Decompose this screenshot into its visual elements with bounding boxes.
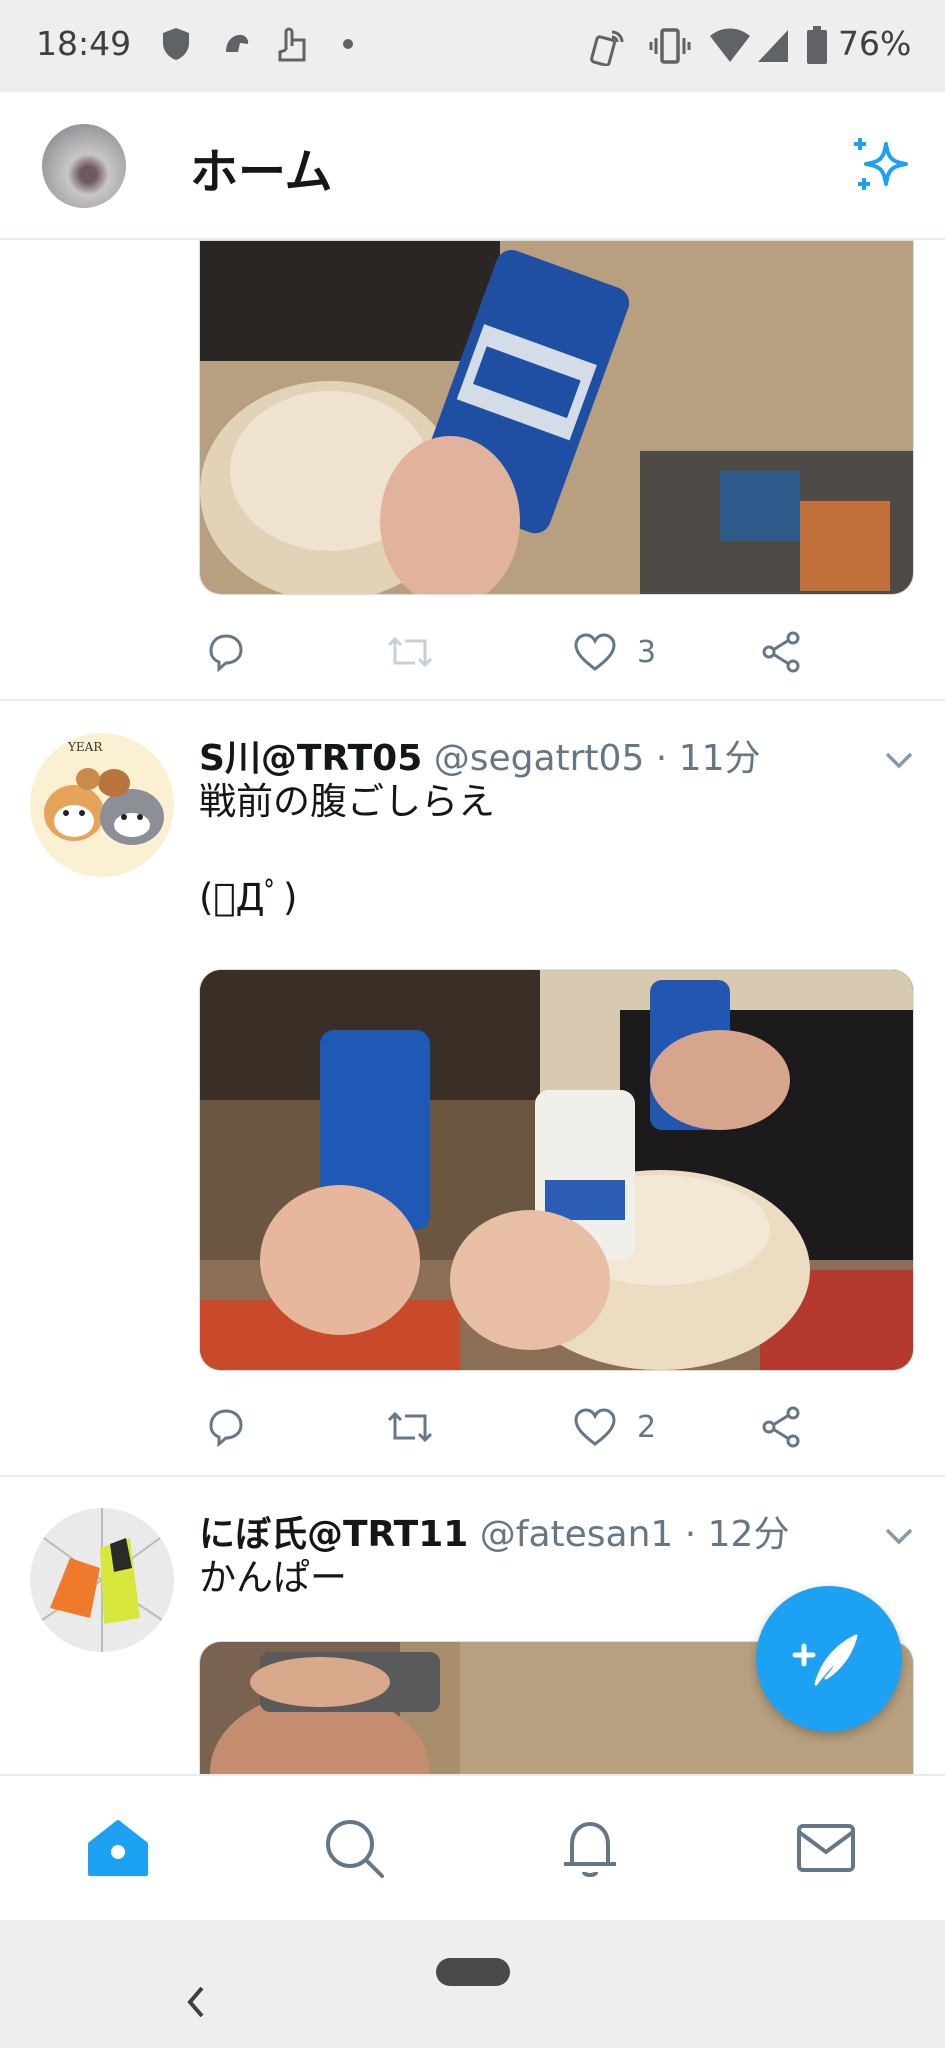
timeline[interactable]: 3 YEAR S川@TRT05 @segatrt05 · 11分 戦前の腹ごしら… bbox=[0, 240, 945, 1774]
tweet-author-name[interactable]: S川@TRT05 bbox=[199, 738, 422, 779]
tweet-header: S川@TRT05 @segatrt05 · 11分 bbox=[199, 729, 761, 781]
share-button[interactable] bbox=[759, 622, 823, 682]
avatar-illustration: YEAR bbox=[30, 733, 174, 877]
page-title: ホーム bbox=[190, 144, 333, 200]
chevron-left-icon[interactable] bbox=[182, 1982, 210, 2022]
share-icon bbox=[762, 1406, 800, 1448]
tweet-actions: 2 bbox=[199, 1397, 819, 1457]
signal-icon bbox=[758, 30, 788, 62]
sparkle-icon[interactable] bbox=[850, 134, 914, 198]
tweet-text: かんぱー bbox=[199, 1556, 347, 1599]
tweet-author-name[interactable]: にぼ氏@TRT11 bbox=[199, 1514, 468, 1555]
beer-can-photo bbox=[200, 241, 913, 594]
battery-icon bbox=[807, 26, 827, 64]
reply-icon bbox=[209, 1409, 243, 1448]
retweet-button[interactable] bbox=[385, 622, 455, 682]
like-count: 3 bbox=[637, 634, 657, 670]
reply-button[interactable] bbox=[205, 622, 267, 682]
mail-icon[interactable] bbox=[790, 1812, 862, 1884]
home-icon[interactable] bbox=[82, 1812, 154, 1884]
battery-percent: 76% bbox=[838, 24, 912, 63]
chevron-down-icon[interactable] bbox=[884, 1526, 914, 1546]
vibrate-icon bbox=[649, 28, 691, 64]
touch-icon bbox=[278, 27, 306, 62]
wifi-icon bbox=[710, 28, 750, 62]
status-bar: 18:49 76% bbox=[0, 0, 945, 92]
tweet-text: 戦前の腹ごしらえ (ﾟДﾟ) bbox=[199, 780, 495, 919]
heart-icon bbox=[574, 1408, 616, 1446]
status-time: 18:49 bbox=[36, 24, 132, 63]
system-navigation-bar bbox=[0, 1920, 945, 2048]
search-icon[interactable] bbox=[318, 1812, 390, 1884]
tweet-author-handle-time: @segatrt05 · 11分 bbox=[433, 738, 761, 779]
tweet-author-avatar[interactable]: YEAR bbox=[30, 733, 174, 877]
tweet-actions: 3 bbox=[199, 622, 819, 682]
home-pill[interactable] bbox=[436, 1958, 510, 1986]
heart-icon bbox=[574, 633, 616, 671]
retweet-button[interactable] bbox=[385, 1397, 455, 1457]
retweet-icon bbox=[387, 636, 433, 668]
like-count: 2 bbox=[637, 1409, 657, 1445]
tweet-divider bbox=[0, 699, 945, 701]
like-button[interactable]: 3 bbox=[573, 622, 656, 682]
dot-icon bbox=[343, 39, 353, 49]
tweet-author-handle-time: @fatesan1 · 12分 bbox=[479, 1514, 790, 1555]
compose-tweet-button[interactable] bbox=[756, 1586, 902, 1732]
svg-text:YEAR: YEAR bbox=[67, 740, 103, 754]
nfc-icon bbox=[590, 30, 624, 66]
like-button[interactable]: 2 bbox=[573, 1397, 656, 1457]
tweet-divider bbox=[0, 1475, 945, 1477]
retweet-icon bbox=[387, 1411, 433, 1443]
tweet-media-image[interactable] bbox=[199, 969, 914, 1371]
cheers-photo bbox=[200, 970, 913, 1370]
bottom-navigation bbox=[0, 1774, 945, 1920]
share-button[interactable] bbox=[759, 1397, 823, 1457]
compose-tweet-icon bbox=[792, 1634, 858, 1686]
reply-icon bbox=[209, 634, 243, 673]
profile-avatar[interactable] bbox=[42, 124, 126, 208]
chevron-down-icon[interactable] bbox=[884, 750, 914, 770]
reply-button[interactable] bbox=[205, 1397, 267, 1457]
shield-icon bbox=[163, 28, 189, 60]
tweet-header: にぼ氏@TRT11 @fatesan1 · 12分 bbox=[199, 1505, 789, 1557]
app-notification-icon bbox=[226, 34, 249, 52]
share-icon bbox=[762, 631, 800, 673]
tweet-author-avatar[interactable] bbox=[30, 1508, 174, 1652]
top-app-bar: ホーム bbox=[0, 92, 945, 240]
tweet-media-image[interactable] bbox=[199, 240, 914, 595]
avatar-figure bbox=[30, 1508, 174, 1652]
bell-icon[interactable] bbox=[554, 1812, 626, 1884]
